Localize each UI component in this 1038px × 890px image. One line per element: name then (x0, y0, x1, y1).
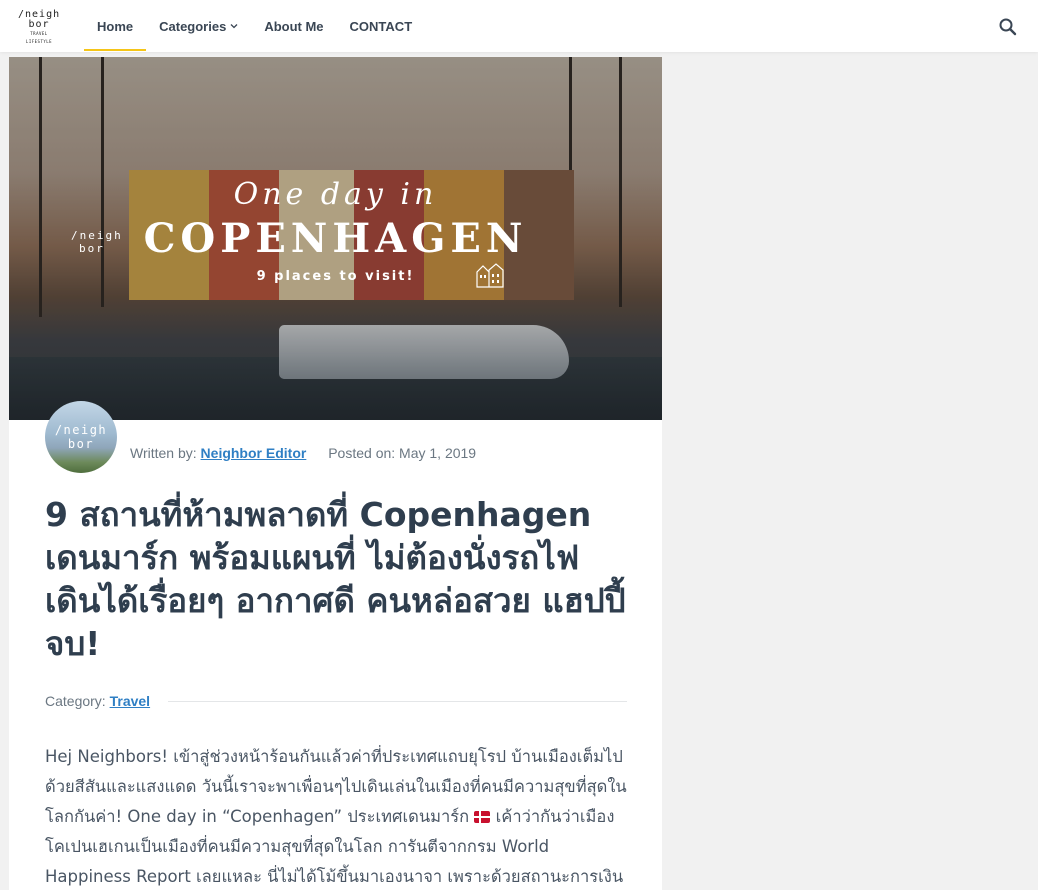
avatar-line-2: bor (67, 437, 95, 451)
main-nav: Home Categories About Me CONTACT (84, 0, 425, 52)
search-icon[interactable] (997, 16, 1019, 38)
chevron-down-icon (230, 24, 238, 29)
hero-logo-line-2: bor (79, 242, 105, 255)
logo-line-2: bor (28, 19, 50, 30)
nav-contact[interactable]: CONTACT (337, 0, 426, 52)
nav-about-label: About Me (264, 18, 324, 34)
post-body: Hej Neighbors! เข้าสู่ช่วงหน้าร้อนกันแล้… (45, 742, 629, 890)
post-title: 9 สถานที่ห้ามพลาดที่ Copenhagen เดนมาร์ก… (45, 495, 626, 663)
divider (168, 701, 627, 702)
hero-logo: /neigh bor (71, 229, 123, 255)
post-category: Category: Travel (45, 693, 150, 709)
site-logo[interactable]: /neigh bor TRAVEL LIFESTYLE (18, 10, 60, 45)
hero-subtitle: 9 places to visit! (256, 269, 415, 284)
house-icon (476, 263, 504, 288)
posted-on-label: Posted on: (328, 445, 396, 461)
logo-tagline: TRAVEL LIFESTYLE (25, 31, 53, 44)
featured-image[interactable]: One day in COPENHAGEN 9 places to visit!… (9, 57, 662, 420)
category-link[interactable]: Travel (110, 693, 150, 709)
avatar-line-1: /neigh (54, 423, 108, 437)
post-date: May 1, 2019 (399, 445, 477, 461)
nav-contact-label: CONTACT (349, 18, 413, 34)
hero-script-text: One day in (233, 177, 438, 212)
post-card: One day in COPENHAGEN 9 places to visit!… (9, 57, 662, 890)
author-link[interactable]: Neighbor Editor (201, 445, 307, 461)
nav-categories-label: Categories (159, 18, 227, 34)
author-avatar[interactable]: /neigh bor (45, 401, 117, 473)
denmark-flag-icon (474, 811, 491, 823)
nav-categories[interactable]: Categories (146, 0, 251, 52)
nav-about[interactable]: About Me (251, 0, 336, 52)
hero-logo-line-1: /neigh (71, 229, 123, 242)
nav-home-label: Home (97, 18, 134, 34)
site-header: /neigh bor TRAVEL LIFESTYLE Home Categor… (0, 0, 1038, 52)
nav-home[interactable]: Home (84, 0, 147, 52)
category-label: Category: (45, 693, 106, 709)
written-by-label: Written by: (130, 445, 197, 461)
post-meta: Written by: Neighbor Editor Posted on: M… (130, 445, 476, 461)
